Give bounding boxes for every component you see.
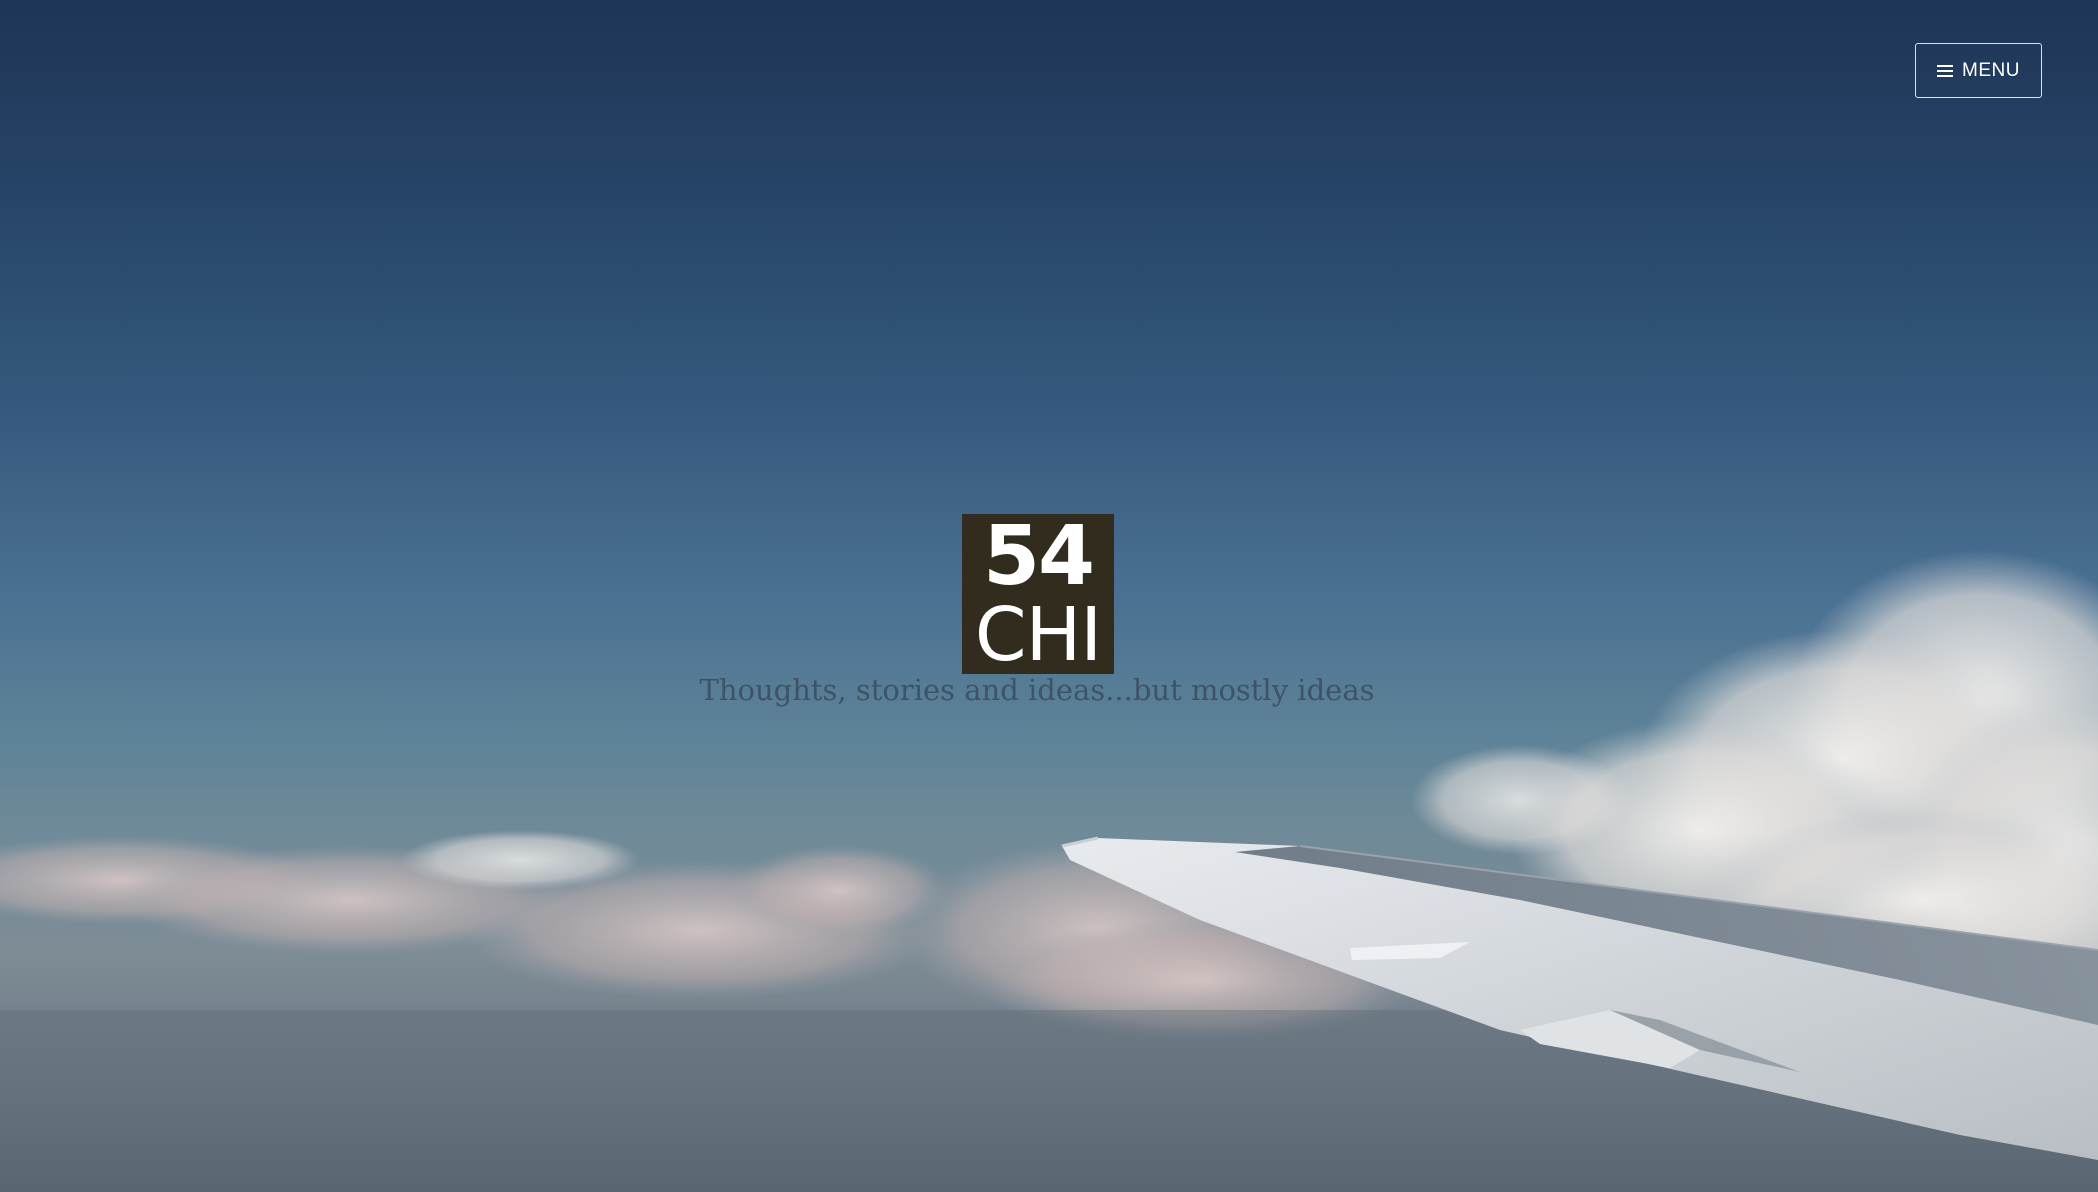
logo-letters: CHI — [974, 592, 1102, 678]
logo-number: 54 — [982, 509, 1095, 604]
hamburger-menu-icon — [1937, 64, 1954, 77]
menu-label: MENU — [1962, 59, 2020, 81]
site-logo[interactable]: 54 CHI — [962, 514, 1114, 674]
site-tagline: Thoughts, stories and ideas...but mostly… — [699, 673, 1375, 707]
menu-button[interactable]: MENU — [1915, 43, 2042, 98]
